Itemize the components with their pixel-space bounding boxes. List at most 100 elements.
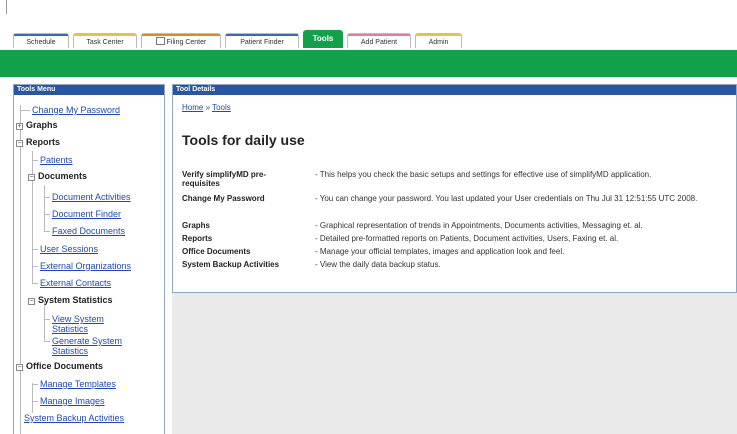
tree-line (32, 401, 38, 402)
tree-line (32, 384, 38, 385)
menu-item-graphs[interactable]: + Graphs (16, 120, 58, 131)
tree-line (44, 341, 50, 342)
menu-link[interactable]: System Backup Activities (24, 413, 124, 423)
window-edge (6, 0, 7, 14)
collapse-icon[interactable]: − (28, 298, 35, 305)
tree-line (44, 319, 50, 320)
tab-color-strip (74, 34, 136, 36)
menu-item-documents[interactable]: − Documents (28, 171, 87, 182)
tool-name: Graphs (182, 221, 211, 230)
tool-row: Graphs - Graphical representation of tre… (182, 221, 730, 231)
tab-add-patient[interactable]: Add Patient (347, 33, 411, 48)
menu-item-change-password[interactable]: Change My Password (32, 105, 120, 116)
menu-label: Office Documents (26, 361, 104, 371)
menu-item-document-activities[interactable]: Document Activities (52, 192, 131, 203)
tool-name: Office Documents (182, 247, 251, 256)
tab-color-strip (226, 34, 298, 36)
tool-description: - Detailed pre-formatted reports on Pati… (315, 234, 619, 243)
menu-link[interactable]: Change My Password (32, 105, 120, 115)
tab-filing-center[interactable]: Filing Center (141, 33, 221, 48)
collapse-icon[interactable]: − (16, 140, 23, 147)
tool-name: System Backup Activities (182, 260, 280, 269)
menu-link[interactable]: External Contacts (40, 278, 111, 288)
breadcrumb: Home » Tools (182, 103, 231, 112)
tree-line (32, 283, 38, 284)
menu-link[interactable]: Faxed Documents (52, 226, 125, 236)
tree-line (44, 214, 50, 215)
menu-link[interactable]: Generate System Statistics (52, 336, 122, 356)
tab-label: Admin (428, 39, 449, 46)
tree-line (44, 301, 45, 341)
tab-label: Task Center (86, 39, 124, 46)
breadcrumb-home-link[interactable]: Home (182, 103, 203, 112)
tab-color-strip (348, 34, 410, 36)
menu-item-reports[interactable]: − Reports (16, 137, 60, 148)
menu-link[interactable]: User Sessions (40, 244, 98, 254)
tool-description: - Graphical representation of trends in … (315, 221, 643, 230)
menu-label: Reports (26, 137, 61, 147)
tool-description: - This helps you check the basic setups … (315, 170, 652, 179)
menu-item-patients[interactable]: Patients (40, 155, 73, 166)
menu-item-system-statistics[interactable]: − System Statistics (28, 295, 113, 306)
tool-description: - Manage your official templates, images… (315, 247, 565, 256)
tab-patient-finder[interactable]: Patient Finder (225, 33, 299, 48)
menu-item-external-organizations[interactable]: External Organizations (40, 261, 131, 272)
menu-item-external-contacts[interactable]: External Contacts (40, 278, 111, 289)
tool-description: - You can change your password. You last… (315, 194, 698, 203)
tab-label: Schedule (26, 39, 56, 46)
breadcrumb-tools-link[interactable]: Tools (212, 103, 231, 112)
tab-schedule[interactable]: Schedule (13, 33, 69, 48)
menu-link[interactable]: View System Statistics (52, 314, 104, 334)
tool-details-panel: Tool Details Home » Tools Tools for dail… (172, 84, 737, 293)
menu-item-view-system-statistics[interactable]: View System Statistics (52, 314, 124, 334)
page-title: Tools for daily use (182, 132, 305, 148)
tools-menu-panel: Tools Menu Change My Password + Graphs − R… (13, 84, 165, 434)
tab-label: Tools (312, 34, 334, 43)
tree-line (20, 105, 21, 434)
menu-item-manage-templates[interactable]: Manage Templates (40, 379, 116, 390)
menu-label: System Statistics (38, 295, 113, 305)
collapse-icon[interactable]: − (16, 364, 23, 371)
breadcrumb-separator: » (205, 103, 211, 112)
menu-link[interactable]: Patients (40, 155, 73, 165)
tree-line (32, 160, 38, 161)
tab-task-center[interactable]: Task Center (73, 33, 137, 48)
tool-details-title: Tool Details (173, 85, 736, 95)
folder-icon (155, 37, 165, 45)
menu-item-system-backup-activities[interactable]: System Backup Activities (24, 413, 124, 424)
tab-label: Add Patient (360, 39, 398, 46)
tools-menu-title: Tools Menu (14, 85, 164, 95)
tree-line (32, 266, 38, 267)
tool-name: Verify simplifyMD pre-requisites (182, 170, 267, 188)
tab-color-strip (142, 34, 220, 36)
tool-row: Office Documents - Manage your official … (182, 247, 730, 257)
menu-item-office-documents[interactable]: − Office Documents (16, 361, 103, 372)
expand-icon[interactable]: + (16, 123, 23, 130)
menu-item-manage-images[interactable]: Manage Images (40, 396, 105, 407)
collapse-icon[interactable]: − (28, 174, 35, 181)
tool-name: Change My Password (182, 194, 265, 203)
menu-link[interactable]: External Organizations (40, 261, 131, 271)
tool-row: Verify simplifyMD pre-requisites - This … (182, 170, 730, 190)
menu-link[interactable]: Document Finder (52, 209, 121, 219)
tools-toolbar (0, 50, 737, 77)
tool-row: Reports - Detailed pre-formatted reports… (182, 234, 730, 244)
tool-row: System Backup Activities - View the dail… (182, 260, 730, 270)
tool-description: - View the daily data backup status. (315, 260, 441, 269)
tab-admin[interactable]: Admin (415, 33, 462, 48)
content-background (172, 293, 737, 434)
menu-link[interactable]: Manage Templates (40, 379, 116, 389)
tree-line (32, 383, 33, 413)
tab-tools[interactable]: Tools (303, 30, 343, 48)
menu-item-user-sessions[interactable]: User Sessions (40, 244, 98, 255)
tool-row: Change My Password - You can change your… (182, 194, 730, 214)
tab-label: Filing Center (166, 39, 207, 46)
menu-item-document-finder[interactable]: Document Finder (52, 209, 121, 220)
menu-link[interactable]: Document Activities (52, 192, 131, 202)
menu-item-generate-system-statistics[interactable]: Generate System Statistics (52, 336, 148, 356)
menu-item-faxed-documents[interactable]: Faxed Documents (52, 226, 125, 237)
tree-line (44, 231, 50, 232)
main-tab-bar: Schedule Task Center Filing Center Patie… (13, 30, 466, 50)
menu-link[interactable]: Manage Images (40, 396, 105, 406)
tree-line (20, 110, 30, 111)
